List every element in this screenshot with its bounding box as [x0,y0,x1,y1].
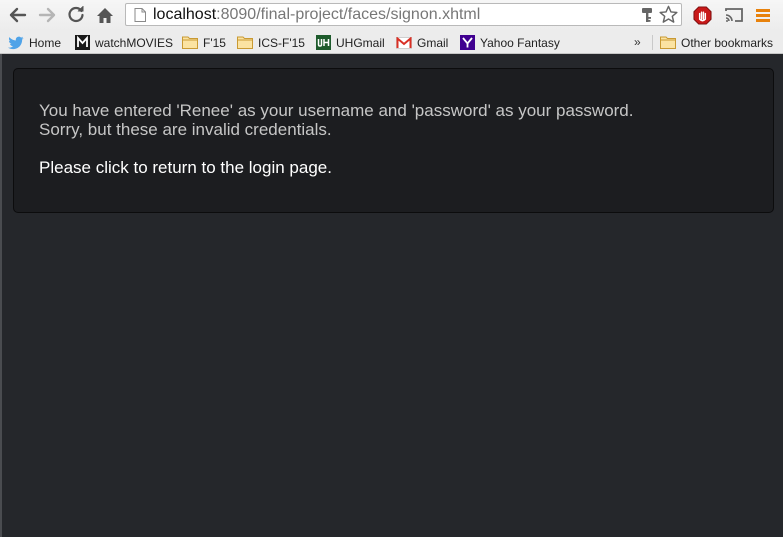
adblock-stop-icon [692,5,712,25]
page-icon [134,8,146,27]
url-text[interactable]: localhost:8090/final-project/faces/signo… [153,6,480,24]
more-bookmarks-chevron[interactable]: » [634,35,641,49]
browser-toolbar: localhost:8090/final-project/faces/signo… [0,0,783,31]
m-logo-icon [74,35,90,51]
bookmark-label: Gmail [417,35,449,50]
folder-icon [182,35,198,51]
reload-icon [68,6,84,23]
bookmark-gmail[interactable]: Gmail [396,34,448,51]
other-bookmarks-label: Other bookmarks [681,35,774,50]
error-message: You have entered 'Renee' as your usernam… [39,101,634,139]
error-message-line-1: You have entered 'Renee' as your usernam… [39,101,634,120]
hamburger-menu-icon [756,8,770,22]
gmail-icon [396,35,412,51]
twitter-icon [8,35,24,51]
folder-icon [237,35,253,51]
error-message-line-2: Sorry, but these are invalid credentials… [39,120,332,139]
message-panel: You have entered 'Renee' as your usernam… [13,68,774,213]
forward-arrow-icon [38,7,56,23]
folder-icon [660,35,676,51]
bookmark-uhgmail[interactable]: UHGmail [315,34,385,51]
url-host: localhost [153,6,217,23]
bookmarks-bar: Home watchMOVIES F'15 ICS-F'15 UHGmail G… [0,31,783,54]
return-to-login-link[interactable]: Please click to return to the login page… [39,158,332,177]
page-viewport: You have entered 'Renee' as your usernam… [0,54,783,537]
bookmark-yahoo-fantasy[interactable]: Yahoo Fantasy [459,34,560,51]
bookmark-label: ICS-F'15 [258,35,305,50]
bookmark-watchmovies[interactable]: watchMOVIES [74,34,173,51]
key-icon[interactable] [641,7,653,28]
bookmark-label: watchMOVIES [95,35,174,50]
bookmark-star-icon[interactable] [659,5,678,29]
uh-logo-icon [315,35,331,51]
bookmark-home[interactable]: Home [8,34,61,51]
bookmark-label: Home [29,35,62,50]
home-button[interactable] [95,5,115,25]
reload-button[interactable] [66,5,86,25]
bookmarks-divider [652,35,653,50]
home-icon [97,7,113,23]
bookmark-label: Yahoo Fantasy [480,35,560,50]
bookmark-label: UHGmail [336,35,385,50]
cast-button[interactable] [724,5,744,25]
bookmark-ics-f15[interactable]: ICS-F'15 [237,34,305,51]
adblock-button[interactable] [692,5,712,25]
bookmark-f15[interactable]: F'15 [182,34,226,51]
cast-icon [725,8,743,22]
chrome-menu-button[interactable] [753,5,773,25]
back-arrow-icon [9,7,27,23]
address-bar[interactable]: localhost:8090/final-project/faces/signo… [125,3,682,26]
other-bookmarks[interactable]: Other bookmarks [660,34,773,51]
url-path: :8090/final-project/faces/signon.xhtml [216,6,481,23]
bookmark-label: F'15 [203,35,226,50]
forward-button[interactable] [37,5,57,25]
back-button[interactable] [8,5,28,25]
yahoo-icon [459,35,475,51]
